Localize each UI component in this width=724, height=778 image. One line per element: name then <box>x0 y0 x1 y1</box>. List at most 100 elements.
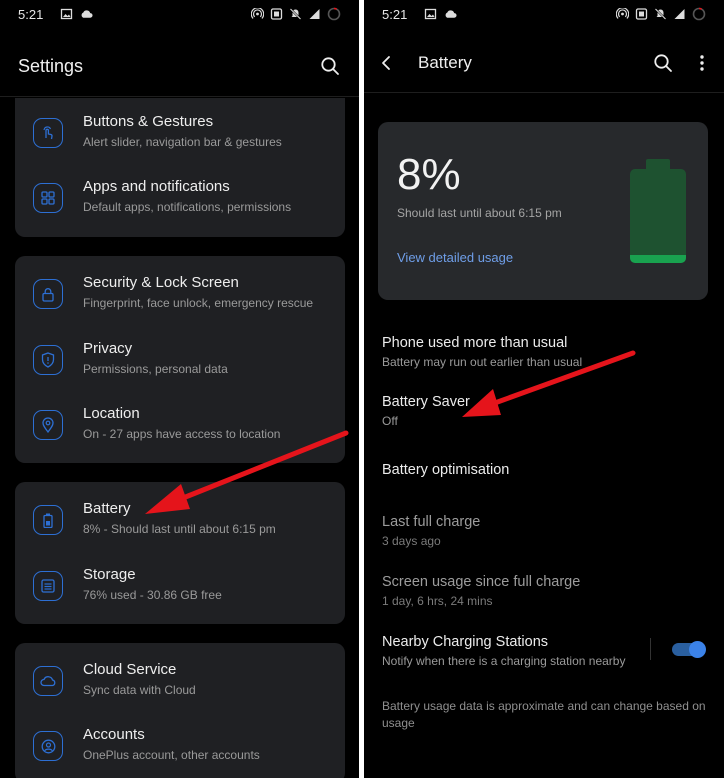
item-subtitle: Alert slider, navigation bar & gestures <box>83 135 282 149</box>
settings-header: Settings <box>0 38 359 94</box>
item-title: Location <box>83 405 140 422</box>
row-title: Screen usage since full charge <box>382 574 581 590</box>
row-phone-used-more[interactable]: Phone used more than usual Battery may r… <box>382 334 706 370</box>
row-last-full-charge: Last full charge 3 days ago <box>382 513 706 549</box>
row-screen-usage: Screen usage since full charge 1 day, 6 … <box>382 573 706 609</box>
header-divider <box>364 92 724 93</box>
status-bar: 5:21 <box>364 0 724 28</box>
row-battery-optimisation[interactable]: Battery optimisation <box>382 461 706 479</box>
apps-grid-icon <box>33 183 63 213</box>
hotspot-icon <box>251 8 264 19</box>
item-subtitle: Sync data with Cloud <box>83 683 196 697</box>
header-divider <box>0 96 359 97</box>
hotspot-icon <box>616 8 629 19</box>
search-icon <box>321 57 339 75</box>
settings-item-cloud-service[interactable]: Cloud Service Sync data with Cloud <box>15 649 345 713</box>
battery-screen: 5:21 Battery 8% Should last until about … <box>364 0 724 778</box>
location-pin-icon <box>33 410 63 440</box>
battery-body <box>630 169 686 263</box>
settings-item-apps-notifications[interactable]: Apps and notifications Default apps, not… <box>15 166 345 230</box>
storage-icon <box>33 571 63 601</box>
settings-item-location[interactable]: Location On - 27 apps have access to loc… <box>15 393 345 457</box>
item-subtitle: Permissions, personal data <box>83 362 228 376</box>
back-arrow-icon <box>382 56 390 70</box>
row-subtitle: 3 days ago <box>382 534 441 548</box>
back-button[interactable] <box>380 54 398 72</box>
row-title: Battery optimisation <box>382 462 510 478</box>
item-title: Cloud Service <box>83 661 177 678</box>
row-subtitle: Battery may run out earlier than usual <box>382 355 583 369</box>
battery-level-graphic <box>630 159 686 263</box>
view-detailed-usage-link[interactable]: View detailed usage <box>397 250 513 265</box>
page-title: Settings <box>18 55 84 76</box>
row-subtitle: Off <box>382 414 398 428</box>
settings-item-storage[interactable]: Storage 76% used - 30.86 GB free <box>15 554 345 618</box>
item-subtitle: On - 27 apps have access to location <box>83 427 281 441</box>
search-icon <box>654 54 672 72</box>
more-options-button[interactable] <box>696 52 708 74</box>
item-title: Buttons & Gestures <box>83 113 214 130</box>
row-title: Phone used more than usual <box>382 335 568 351</box>
image-notification-icon <box>61 8 73 20</box>
settings-item-battery[interactable]: Battery 8% - Should last until about 6:1… <box>15 488 345 552</box>
toggle-knob <box>689 641 706 658</box>
row-title: Last full charge <box>382 514 481 530</box>
row-subtitle: Notify when there is a charging station … <box>382 654 626 668</box>
item-subtitle: Fingerprint, face unlock, emergency resc… <box>83 296 314 310</box>
nfc-icon <box>270 8 283 20</box>
row-title: Nearby Charging Stations <box>382 634 549 650</box>
item-subtitle: 76% used - 30.86 GB free <box>83 588 222 602</box>
image-notification-icon <box>425 8 437 20</box>
cloud-icon <box>33 666 63 696</box>
search-button[interactable] <box>652 52 674 74</box>
lock-icon <box>33 279 63 309</box>
row-battery-saver[interactable]: Battery Saver Off <box>382 393 706 429</box>
settings-group-1: Buttons & Gestures Alert slider, navigat… <box>15 98 345 237</box>
more-vertical-icon <box>700 55 704 71</box>
row-nearby-charging-stations[interactable]: Nearby Charging Stations Notify when the… <box>382 633 644 669</box>
battery-ring-icon <box>327 7 341 21</box>
status-bar: 5:21 <box>0 0 359 28</box>
battery-usage-footnote: Battery usage data is approximate and ca… <box>382 699 706 730</box>
battery-fill <box>630 255 686 263</box>
item-title: Apps and notifications <box>83 178 230 195</box>
row-subtitle: 1 day, 6 hrs, 24 mins <box>382 594 493 608</box>
item-subtitle: OnePlus account, other accounts <box>83 748 260 762</box>
item-title: Storage <box>83 566 136 583</box>
item-title: Security & Lock Screen <box>83 274 239 291</box>
item-title: Privacy <box>83 340 133 357</box>
settings-group-2: Security & Lock Screen Fingerprint, face… <box>15 256 345 463</box>
settings-item-buttons-gestures[interactable]: Buttons & Gestures Alert slider, navigat… <box>15 101 345 165</box>
battery-summary-card: 8% Should last until about 6:15 pm View … <box>378 122 708 300</box>
settings-group-3: Battery 8% - Should last until about 6:1… <box>15 482 345 624</box>
toggle-separator <box>650 638 651 660</box>
battery-header: Battery <box>364 38 724 88</box>
status-time: 5:21 <box>18 6 44 22</box>
mute-icon <box>654 8 667 20</box>
settings-group-4: Cloud Service Sync data with Cloud Accou… <box>15 643 345 778</box>
item-subtitle: Default apps, notifications, permissions <box>83 200 292 214</box>
shield-icon <box>33 345 63 375</box>
battery-estimate: Should last until about 6:15 pm <box>397 206 562 220</box>
cloud-notification-icon <box>445 10 457 18</box>
settings-screen: 5:21 Settings Buttons & Gestures Alert s… <box>0 0 359 778</box>
battery-icon <box>33 505 63 535</box>
page-title: Battery <box>418 53 472 72</box>
status-time: 5:21 <box>382 6 408 22</box>
settings-item-accounts[interactable]: Accounts OnePlus account, other accounts <box>15 714 345 778</box>
settings-item-security[interactable]: Security & Lock Screen Fingerprint, face… <box>15 262 345 326</box>
nfc-icon <box>635 8 648 20</box>
settings-item-privacy[interactable]: Privacy Permissions, personal data <box>15 328 345 392</box>
item-subtitle: 8% - Should last until about 6:15 pm <box>83 522 276 536</box>
cloud-notification-icon <box>81 10 93 18</box>
item-title: Accounts <box>83 726 145 743</box>
mute-icon <box>289 8 302 20</box>
nearby-charging-toggle[interactable] <box>650 634 710 664</box>
signal-4g-icon <box>309 9 320 19</box>
search-button[interactable] <box>319 55 341 77</box>
row-title: Battery Saver <box>382 394 470 410</box>
item-title: Battery <box>83 500 131 517</box>
battery-percent: 8% <box>397 150 461 199</box>
gesture-icon <box>33 118 63 148</box>
battery-ring-icon <box>692 7 706 21</box>
